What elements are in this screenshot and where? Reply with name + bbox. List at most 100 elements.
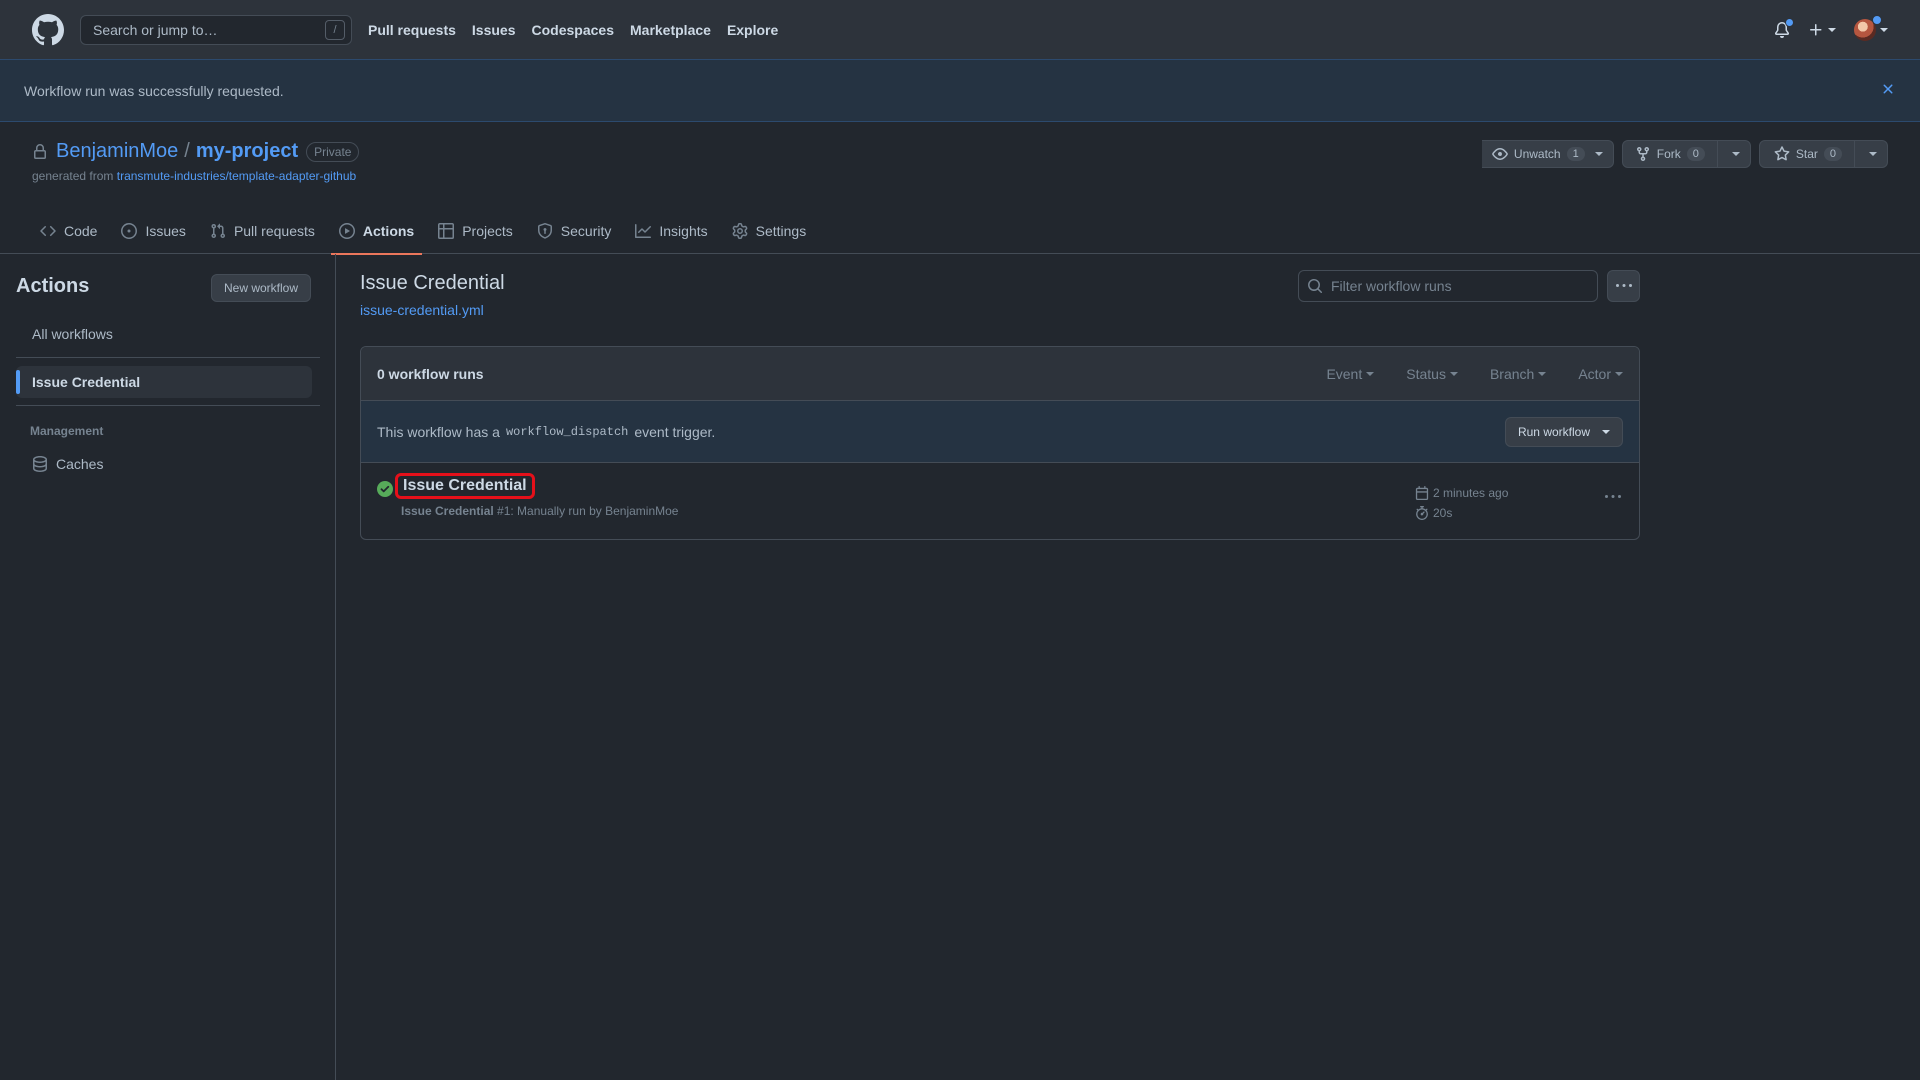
runs-filters: Event Status Branch Actor: [1326, 347, 1623, 401]
fork-button[interactable]: Fork 0: [1621, 140, 1718, 168]
nav-issues[interactable]: Issues: [472, 22, 516, 38]
table-icon: [438, 223, 455, 239]
repo-actions: Unwatch 1 Fork 0 Star 0: [1481, 140, 1888, 168]
header-user-controls: [1774, 0, 1888, 59]
star-icon: [1774, 146, 1790, 161]
filter-label: Actor: [1578, 366, 1611, 382]
chevron-down-icon: [1366, 372, 1375, 376]
actions-sidebar: Actions New workflow All workflows Issue…: [0, 254, 336, 1080]
code-icon: [40, 225, 56, 237]
repo-name-link[interactable]: my-project: [196, 140, 298, 163]
tab-code[interactable]: Code: [32, 208, 105, 254]
workflow-file-link[interactable]: issue-credential.yml: [360, 302, 484, 318]
tab-label: Pull requests: [233, 223, 315, 239]
chevron-down-icon: [1731, 152, 1740, 156]
filter-label: Event: [1326, 366, 1363, 382]
management-heading: Management: [30, 424, 104, 438]
workflow-dispatch-banner: This workflow has a workflow_dispatch ev…: [361, 401, 1639, 463]
filter-actor-dropdown[interactable]: Actor: [1578, 366, 1623, 382]
run-meta: Issue Credential #1: Manually run by Ben…: [401, 504, 678, 518]
fork-button-group: Fork 0: [1621, 140, 1751, 168]
flash-banner: Workflow run was successfully requested.: [0, 59, 1920, 122]
dispatch-text-suffix: event trigger.: [634, 423, 716, 440]
pull-request-icon: [211, 223, 225, 239]
tab-insights[interactable]: Insights: [627, 208, 715, 254]
tab-issues[interactable]: Issues: [113, 208, 193, 254]
repo-header: BenjaminMoe / my-project Private generat…: [32, 140, 360, 183]
sidebar-title: Actions: [16, 275, 90, 297]
star-button[interactable]: Star 0: [1758, 140, 1855, 168]
tab-pull-requests[interactable]: Pull requests: [202, 208, 323, 254]
run-meta-details: #1: Manually run by BenjaminMoe: [493, 504, 679, 518]
kebab-horizontal-icon[interactable]: [1605, 489, 1621, 505]
repo-owner-link[interactable]: BenjaminMoe: [56, 140, 178, 163]
run-duration: 20s: [1415, 503, 1508, 523]
fork-menu-button[interactable]: [1717, 140, 1751, 168]
sidebar-divider: [16, 405, 320, 406]
chevron-down-icon: [1880, 27, 1888, 32]
kebab-horizontal-icon: [1615, 284, 1632, 287]
filter-event-dropdown[interactable]: Event: [1326, 366, 1375, 382]
dispatch-event-code: workflow_dispatch: [505, 424, 629, 439]
star-list-menu-button[interactable]: [1855, 140, 1888, 168]
sidebar-item-issue-credential[interactable]: Issue Credential: [16, 366, 312, 398]
shield-icon: [537, 223, 552, 239]
unwatch-label: Unwatch: [1513, 147, 1561, 161]
watch-button-group: Unwatch 1: [1481, 140, 1614, 168]
nav-pull-requests[interactable]: Pull requests: [368, 22, 456, 38]
filter-workflow-runs-input[interactable]: [1331, 278, 1571, 294]
unwatch-button[interactable]: Unwatch 1: [1481, 140, 1614, 168]
runs-header: 0 workflow runs Event Status Branch Acto…: [361, 347, 1639, 401]
github-logo-icon[interactable]: [32, 13, 64, 46]
stars-count: 0: [1823, 147, 1842, 161]
user-menu[interactable]: [1854, 14, 1888, 41]
gear-icon: [732, 223, 748, 239]
new-workflow-button[interactable]: New workflow: [211, 274, 312, 302]
nav-codespaces[interactable]: Codespaces: [532, 22, 614, 38]
workflow-run-row: Issue Credential Issue Credential #1: Ma…: [361, 463, 1639, 539]
fork-label: Fork: [1656, 147, 1681, 161]
notification-indicator: [1785, 17, 1794, 27]
close-icon[interactable]: [1880, 81, 1896, 97]
workflow-menu-button[interactable]: [1607, 270, 1640, 302]
tab-label: Projects: [462, 223, 513, 239]
tab-settings[interactable]: Settings: [724, 208, 815, 254]
nav-marketplace[interactable]: Marketplace: [630, 22, 711, 38]
run-time-ago-text: 2 minutes ago: [1433, 486, 1509, 500]
flash-message: Workflow run was successfully requested.: [24, 82, 284, 99]
global-search-input[interactable]: Search or jump to… /: [80, 14, 352, 45]
filter-status-dropdown[interactable]: Status: [1406, 366, 1458, 382]
template-repo-link[interactable]: transmute-industries/template-adapter-gi…: [117, 169, 356, 183]
status-indicator: [1872, 14, 1882, 25]
global-header: Search or jump to… / Pull requests Issue…: [0, 0, 1920, 59]
run-title-link[interactable]: Issue Credential: [395, 473, 535, 499]
search-icon: [1308, 279, 1323, 294]
tab-label: Settings: [755, 223, 807, 239]
generated-from: generated from transmute-industries/temp…: [32, 169, 359, 183]
watchers-count: 1: [1566, 147, 1585, 161]
dispatch-text-prefix: This workflow has a: [377, 423, 500, 440]
tab-label: Actions: [362, 223, 415, 239]
chevron-down-icon: [1449, 372, 1458, 376]
caches-label: Caches: [56, 456, 104, 472]
tab-actions[interactable]: Actions: [330, 208, 423, 255]
nav-explore[interactable]: Explore: [727, 22, 778, 38]
create-new-menu[interactable]: [1808, 22, 1836, 38]
notifications-bell-icon[interactable]: [1774, 17, 1794, 38]
chevron-down-icon: [1869, 152, 1877, 156]
play-icon: [338, 223, 355, 239]
tab-label: Issues: [145, 223, 186, 239]
run-duration-text: 20s: [1433, 506, 1453, 520]
run-timing: 2 minutes ago 20s: [1415, 483, 1508, 523]
run-meta-workflow: Issue Credential: [401, 504, 494, 518]
star-button-group: Star 0: [1758, 140, 1888, 168]
tab-security[interactable]: Security: [529, 208, 620, 254]
sidebar-item-all-workflows[interactable]: All workflows: [16, 318, 312, 350]
tab-projects[interactable]: Projects: [430, 208, 521, 254]
filter-branch-dropdown[interactable]: Branch: [1490, 366, 1547, 382]
run-workflow-button[interactable]: Run workflow: [1504, 417, 1623, 447]
filter-workflow-runs[interactable]: [1298, 270, 1598, 302]
sidebar-item-caches[interactable]: Caches: [32, 456, 103, 472]
tab-label: Security: [560, 223, 612, 239]
stopwatch-icon: [1416, 506, 1428, 520]
